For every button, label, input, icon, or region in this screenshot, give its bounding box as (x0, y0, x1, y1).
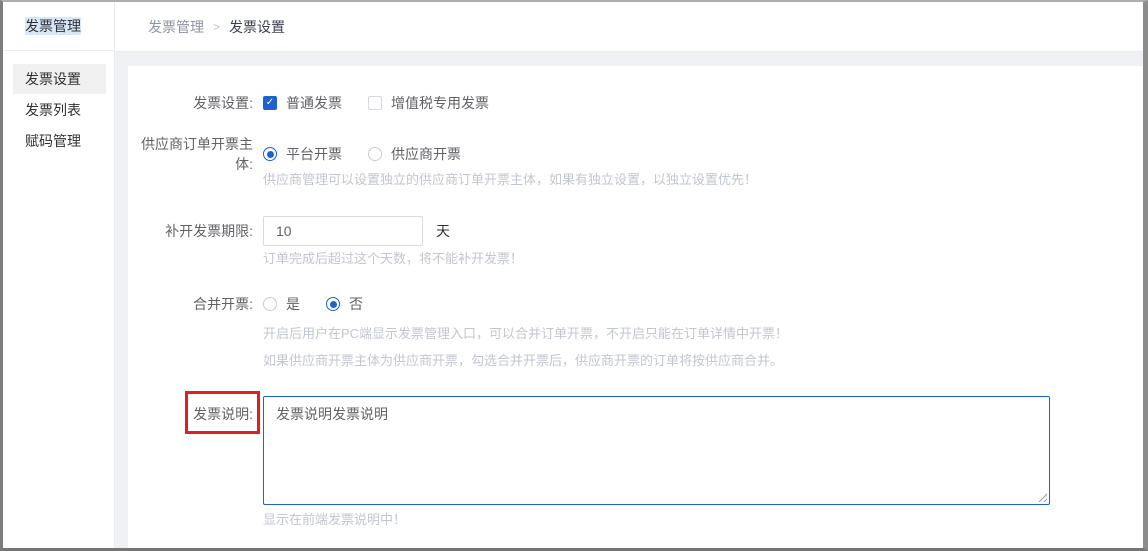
checkbox-ordinary-invoice[interactable]: ✓ 普通发票 (263, 93, 342, 113)
reissue-period-unit: 天 (436, 221, 450, 241)
checkbox-unchecked-icon[interactable] (368, 96, 382, 110)
supplier-subject-label: 供应商订单开票主体: (128, 134, 253, 174)
checkbox-vat-special-invoice[interactable]: 增值税专用发票 (368, 93, 489, 113)
invoice-note-textarea[interactable]: 发票说明发票说明 (263, 396, 1050, 505)
sidebar-item-code-management[interactable]: 赋码管理 (13, 126, 106, 156)
merge-invoicing-label: 合并开票: (128, 294, 253, 314)
radio-supplier-invoicing-label[interactable]: 供应商开票 (391, 144, 461, 164)
merge-invoicing-help-1: 开启后用户在PC端显示发票管理入口，可以合并订单开票，不开启只能在订单详情中开票… (263, 325, 788, 343)
supplier-subject-row: 供应商订单开票主体: 平台开票 供应商开票 (128, 141, 1143, 167)
breadcrumb-item-invoice-settings: 发票设置 (229, 17, 285, 37)
sidebar-item-invoice-list[interactable]: 发票列表 (13, 95, 106, 125)
sidebar-title: 发票管理 (3, 2, 114, 51)
reissue-period-help: 订单完成后超过这个天数，将不能补开发票！ (263, 250, 523, 268)
breadcrumb: 发票管理 > 发票设置 (115, 2, 1143, 52)
reissue-period-label: 补开发票期限: (128, 221, 253, 241)
sidebar-title-text: 发票管理 (25, 17, 81, 35)
reissue-period-input[interactable] (263, 216, 423, 246)
page-background: 发票设置: ✓ 普通发票 增值税专用发票 供应商订单开票主体: (115, 53, 1143, 548)
invoice-type-row: 发票设置: ✓ 普通发票 增值税专用发票 (128, 90, 1143, 116)
radio-platform-invoicing-label[interactable]: 平台开票 (286, 144, 342, 164)
radio-platform-invoicing[interactable]: 平台开票 (263, 144, 342, 164)
sidebar-item-invoice-settings[interactable]: 发票设置 (13, 64, 106, 94)
merge-invoicing-row: 合并开票: 是 否 (128, 291, 1143, 317)
chevron-right-icon: > (213, 20, 220, 34)
radio-unselected-icon[interactable] (368, 147, 382, 161)
sidebar-menu: 发票设置 发票列表 赋码管理 (3, 51, 114, 156)
invoice-note-label: 发票说明: (128, 404, 253, 424)
checkbox-ordinary-invoice-label[interactable]: 普通发票 (286, 93, 342, 113)
merge-invoicing-help-2: 如果供应商开票主体为供应商开票，勾选合并开票后，供应商开票的订单将按供应商合并。 (263, 352, 783, 370)
app-window: 发票管理 发票设置 发票列表 赋码管理 发票管理 > 发票设置 发票设置: ✓ … (0, 0, 1148, 551)
supplier-subject-help: 供应商管理可以设置独立的供应商订单开票主体，如果有独立设置，以独立设置优先！ (263, 171, 757, 189)
radio-selected-icon[interactable] (263, 147, 277, 161)
invoice-note-field-wrap: 发票说明发票说明 (263, 396, 1050, 505)
invoice-note-help: 显示在前端发票说明中！ (263, 511, 406, 529)
checkbox-checked-icon[interactable]: ✓ (263, 96, 277, 110)
checkbox-vat-special-invoice-label[interactable]: 增值税专用发票 (391, 93, 489, 113)
radio-supplier-invoicing[interactable]: 供应商开票 (368, 144, 461, 164)
radio-merge-no[interactable]: 否 (326, 294, 363, 314)
radio-selected-icon[interactable] (326, 297, 340, 311)
radio-merge-no-label[interactable]: 否 (349, 294, 363, 314)
invoice-type-label: 发票设置: (128, 93, 253, 113)
radio-unselected-icon[interactable] (263, 297, 277, 311)
settings-card: 发票设置: ✓ 普通发票 增值税专用发票 供应商订单开票主体: (128, 66, 1143, 551)
radio-merge-yes-label[interactable]: 是 (286, 294, 300, 314)
breadcrumb-item-invoice-management[interactable]: 发票管理 (148, 17, 204, 37)
reissue-period-row: 补开发票期限: 天 (128, 216, 1143, 246)
radio-merge-yes[interactable]: 是 (263, 294, 300, 314)
sidebar: 发票管理 发票设置 发票列表 赋码管理 (3, 2, 115, 548)
